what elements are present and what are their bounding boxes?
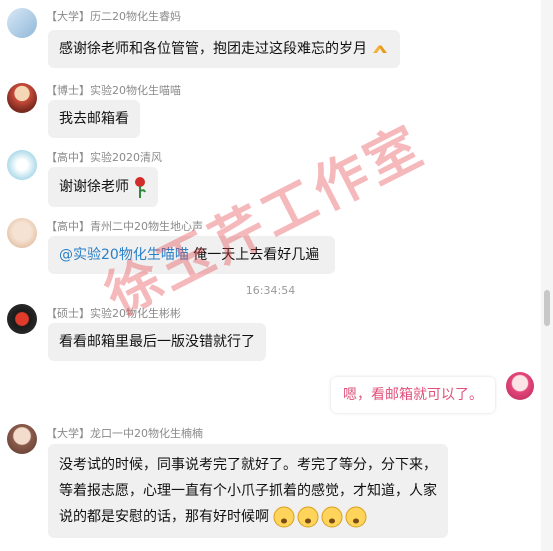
message-line-last: 说的都是安慰的话，那有好时候啊 <box>59 504 437 530</box>
message-text: 谢谢徐老师 <box>59 179 129 195</box>
message-text: 我去邮箱看 <box>59 111 129 127</box>
sender-name[interactable]: 实验20物化生彬彬 <box>90 307 181 320</box>
message-bubble[interactable]: 没考试的时候，同事说考完了就好了。考完了等分，分下来， 等着报志愿，心理一直有个… <box>48 444 448 538</box>
message-bubble[interactable]: 谢谢徐老师 <box>48 167 159 207</box>
message-text: 俺一天上去看好几遍 <box>188 247 320 263</box>
chat-panel[interactable]: 【大学】历二20物化生睿妈 感谢徐老师和各位管管，抱团走过这段难忘的岁月 【博士… <box>0 0 541 551</box>
avatar[interactable] <box>7 424 37 454</box>
sender-meta: 【博士】实验20物化生喵喵 <box>46 82 181 98</box>
message-text: 看看邮箱里最后一版没错就行了 <box>59 334 255 350</box>
sender-meta: 【大学】龙口一中20物化生楠楠 <box>46 425 203 441</box>
avatar[interactable] <box>7 8 37 38</box>
avatar[interactable] <box>7 304 37 334</box>
avatar[interactable] <box>7 218 37 248</box>
timestamp: 16:34:54 <box>245 284 296 297</box>
avatar[interactable] <box>7 150 37 180</box>
mention-link[interactable]: @实验20物化生喵喵 <box>59 247 189 263</box>
sender-level-tag: 【高中】 <box>46 151 90 164</box>
sender-meta: 【硕士】实验20物化生彬彬 <box>46 305 181 321</box>
sender-level-tag: 【硕士】 <box>46 307 90 320</box>
sender-meta: 【高中】青州二中20物生地心声 <box>46 218 203 234</box>
sender-name[interactable]: 青州二中20物生地心声 <box>90 220 203 233</box>
sender-level-tag: 【大学】 <box>46 427 90 440</box>
yawn-emoji-icon <box>273 506 367 528</box>
sender-name[interactable]: 实验20物化生喵喵 <box>90 84 181 97</box>
sender-name[interactable]: 实验2020清风 <box>90 151 162 164</box>
handshake-emoji-icon <box>373 45 388 53</box>
sender-meta: 【大学】历二20物化生睿妈 <box>46 8 181 24</box>
sender-level-tag: 【高中】 <box>46 220 90 233</box>
message-bubble[interactable]: 感谢徐老师和各位管管，抱团走过这段难忘的岁月 <box>48 30 401 68</box>
scrollbar[interactable] <box>541 0 553 551</box>
self-message-text: 嗯，看邮箱就可以了。 <box>343 387 483 403</box>
message-text: 感谢徐老师和各位管管，抱团走过这段难忘的岁月 <box>59 41 367 57</box>
message-bubble[interactable]: 看看邮箱里最后一版没错就行了 <box>48 323 266 361</box>
self-message-bubble[interactable]: 嗯，看邮箱就可以了。 <box>331 377 495 413</box>
message-line: 等着报志愿，心理一直有个小爪子抓着的感觉，才知道，人家 <box>59 483 437 499</box>
sender-meta: 【高中】实验2020清风 <box>46 149 162 165</box>
message-bubble[interactable]: 我去邮箱看 <box>48 100 140 138</box>
scrollbar-thumb[interactable] <box>544 290 550 326</box>
sender-name[interactable]: 龙口一中20物化生楠楠 <box>90 427 203 440</box>
message-line: 没考试的时候，同事说考完了就好了。考完了等分，分下来， <box>59 457 437 473</box>
message-line: 说的都是安慰的话，那有好时候啊 <box>59 509 269 525</box>
self-avatar[interactable] <box>506 372 534 400</box>
sender-level-tag: 【大学】 <box>46 10 90 23</box>
sender-level-tag: 【博士】 <box>46 84 90 97</box>
message-bubble[interactable]: @实验20物化生喵喵 俺一天上去看好几遍 <box>48 236 336 274</box>
sender-name[interactable]: 历二20物化生睿妈 <box>90 10 181 23</box>
avatar[interactable] <box>7 83 37 113</box>
rose-emoji-icon <box>135 177 147 198</box>
